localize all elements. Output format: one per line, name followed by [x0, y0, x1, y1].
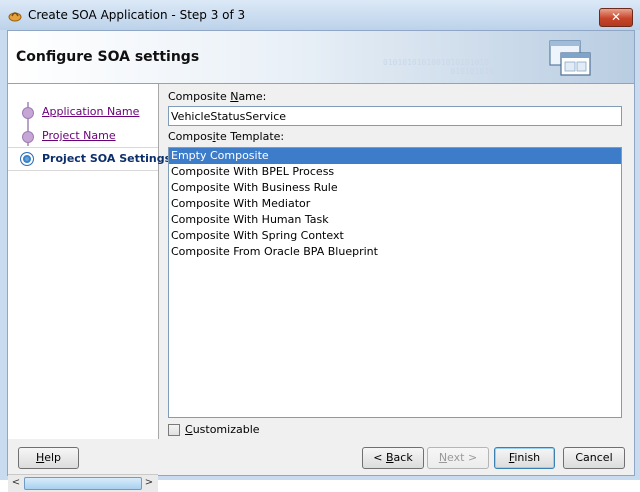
composite-name-input[interactable]: [168, 106, 622, 126]
dialog-window: Create SOA Application - Step 3 of 3 ✕ C…: [0, 0, 640, 492]
customizable-label[interactable]: Customizable: [185, 423, 260, 436]
current-step-icon: [20, 152, 34, 166]
step-project-name[interactable]: Project Name: [8, 125, 158, 147]
template-item-empty-composite[interactable]: Empty Composite: [169, 148, 621, 164]
scroll-right-icon[interactable]: >: [142, 476, 156, 490]
app-icon: [8, 12, 22, 22]
page-title: Configure SOA settings: [16, 49, 200, 65]
customizable-checkbox[interactable]: [168, 424, 180, 436]
windows-illustration-icon: [549, 40, 591, 76]
finish-button[interactable]: Finish: [494, 447, 555, 469]
steps-panel: Application Name Project Name Project SO…: [8, 84, 171, 492]
composite-name-label: Composite Name:: [168, 90, 267, 103]
step-label[interactable]: Project Name: [42, 129, 116, 142]
composite-template-list[interactable]: Empty Composite Composite With BPEL Proc…: [168, 147, 622, 418]
step-dot-icon: [22, 131, 34, 143]
window-title: Create SOA Application - Step 3 of 3: [28, 8, 246, 22]
horizontal-scrollbar[interactable]: < >: [8, 474, 158, 492]
title-bar[interactable]: Create SOA Application - Step 3 of 3 ✕: [0, 0, 640, 30]
composite-template-label: Composite Template:: [168, 130, 285, 143]
step-dot-icon: [22, 107, 34, 119]
template-item-spring-context[interactable]: Composite With Spring Context: [169, 228, 621, 244]
template-item-business-rule[interactable]: Composite With Business Rule: [169, 180, 621, 196]
header-banner: Configure SOA settings 01010101010010101…: [8, 31, 634, 84]
cancel-button[interactable]: Cancel: [563, 447, 625, 469]
template-item-bpel-process[interactable]: Composite With BPEL Process: [169, 164, 621, 180]
help-button[interactable]: Help: [18, 447, 79, 469]
scroll-thumb[interactable]: [24, 477, 142, 490]
settings-panel: Composite Name: Composite Template: Empt…: [160, 84, 634, 439]
step-label: Project SOA Settings: [42, 152, 172, 165]
close-button[interactable]: ✕: [599, 8, 633, 27]
close-icon: ✕: [610, 10, 622, 24]
step-application-name[interactable]: Application Name: [8, 101, 158, 123]
template-item-bpa-blueprint[interactable]: Composite From Oracle BPA Blueprint: [169, 244, 621, 260]
step-project-soa-settings[interactable]: Project SOA Settings: [8, 147, 171, 171]
dialog-body: Configure SOA settings 01010101010010101…: [7, 30, 635, 492]
template-item-mediator[interactable]: Composite With Mediator: [169, 196, 621, 212]
step-label[interactable]: Application Name: [42, 105, 139, 118]
binary-pattern: 0101010101001010101010 010101010: [383, 58, 494, 76]
back-button[interactable]: < Back: [362, 447, 424, 469]
scroll-left-icon[interactable]: <: [9, 476, 23, 490]
template-item-human-task[interactable]: Composite With Human Task: [169, 212, 621, 228]
next-button[interactable]: Next >: [427, 447, 489, 469]
